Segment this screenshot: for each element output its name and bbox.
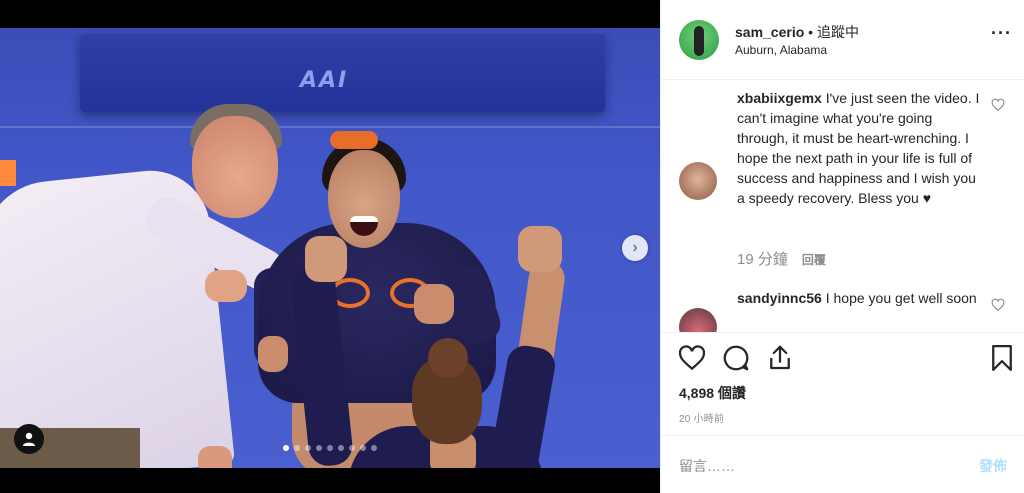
gymnast-fist [414,284,454,324]
carousel-dot [327,445,333,451]
avatar[interactable] [679,20,719,60]
gymnast2-fist [518,226,562,272]
comment-text: I've just seen the video. I can't imagin… [737,90,980,206]
username-link[interactable]: sam_cerio [735,24,804,40]
carousel-dot [283,445,289,451]
like-count[interactable]: 4,898 個讚 [679,383,746,403]
comment-item: xbabiixgemx I've just seen the video. I … [661,88,1024,278]
chevron-right-icon: › [632,239,638,256]
comment-body: xbabiixgemx I've just seen the video. I … [737,88,985,208]
carousel-dot [316,445,322,451]
gymnast2-fist [305,236,347,282]
avatar[interactable] [679,162,717,200]
mat-logo: AAI [300,68,349,93]
post-photo: AAI [0,28,660,468]
carousel-indicator [0,445,660,451]
coach-hand [205,270,247,302]
comment-username[interactable]: sandyinnc56 [737,290,822,306]
post-media: AAI › [0,0,660,493]
bookmark-icon[interactable] [987,343,1017,373]
reply-button[interactable]: 回覆 [802,251,826,268]
comment-time[interactable]: 19 分鐘 [737,248,788,269]
location-link[interactable]: Auburn, Alabama [735,43,827,57]
header-user-line: sam_cerio • 追蹤中 [735,22,859,42]
more-horizontal-icon: ··· [991,23,1012,43]
post-actions: 4,898 個讚 20 小時前 [661,332,1024,436]
more-options-button[interactable]: ··· [991,24,1015,48]
carousel-next-button[interactable]: › [622,235,648,261]
post-header: sam_cerio • 追蹤中 Auburn, Alabama ··· [661,0,1024,80]
gymnast2-bun [428,338,468,378]
heart-icon[interactable] [677,343,707,373]
carousel-dot [371,445,377,451]
comment-bubble-icon[interactable] [721,343,751,373]
carousel-dot [338,445,344,451]
comment-meta: 19 分鐘 回覆 [737,248,826,269]
comment-text: I hope you get well soon [825,290,977,306]
separator: • [808,24,814,40]
coach-figure [0,164,236,468]
carousel-dot [294,445,300,451]
follow-status-button[interactable]: 追蹤中 [817,24,859,40]
heart-icon[interactable] [991,98,1005,112]
carousel-dot [305,445,311,451]
floor-line [0,126,660,128]
share-icon[interactable] [765,343,795,373]
comments-list: xbabiixgemx I've just seen the video. I … [661,80,1024,332]
avatar[interactable] [679,308,717,332]
carousel-dot [349,445,355,451]
comment-username[interactable]: xbabiixgemx [737,90,822,106]
comment-body: sandyinnc56 I hope you get well soon [737,288,985,308]
comment-item: sandyinnc56 I hope you get well soon [661,288,1024,332]
comment-input[interactable] [679,454,959,478]
post-sidebar: sam_cerio • 追蹤中 Auburn, Alabama ··· xbab… [660,0,1024,493]
gymnast-fist [258,336,288,372]
floor-mark [0,160,16,186]
coach-head [192,116,278,218]
post-timestamp[interactable]: 20 小時前 [679,410,724,425]
carousel-dot [360,445,366,451]
post-comment-button[interactable]: 發佈 [979,456,1007,476]
heart-icon[interactable] [991,298,1005,312]
hair-bow [330,131,378,149]
comment-composer: 發佈 [661,436,1024,493]
